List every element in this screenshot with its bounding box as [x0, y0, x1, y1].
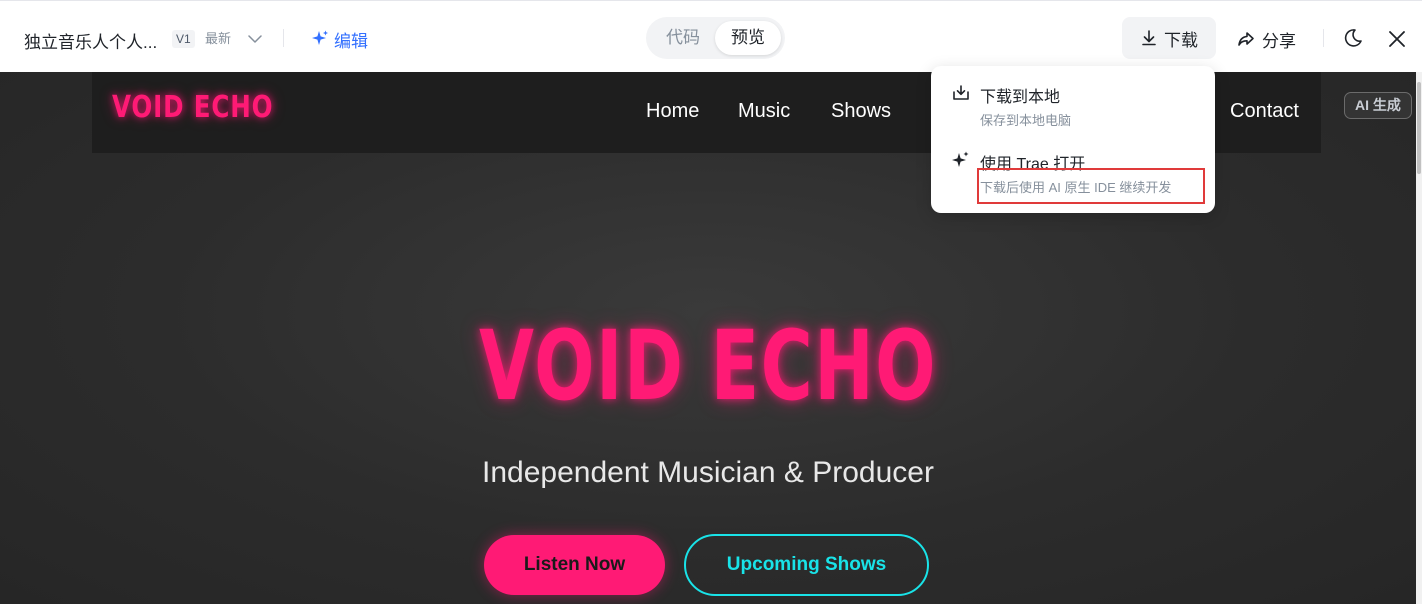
menu-item-title: 下载到本地 — [980, 89, 1061, 106]
document-title[interactable]: 独立音乐人个人... — [24, 28, 157, 53]
nav-link-shows[interactable]: Shows — [831, 100, 891, 123]
nav-link-home[interactable]: Home — [646, 100, 699, 123]
nav-link-music[interactable]: Music — [738, 100, 790, 123]
menu-item-download-local[interactable]: 下载到本地 保存到本地电脑 — [931, 80, 1215, 130]
version-status-label: 最新 — [205, 31, 232, 46]
download-icon — [1142, 30, 1156, 46]
upcoming-shows-button[interactable]: Upcoming Shows — [684, 534, 929, 596]
share-button[interactable]: 分享 — [1236, 27, 1296, 51]
download-button[interactable]: 下载 — [1122, 17, 1216, 59]
listen-now-button[interactable]: Listen Now — [484, 535, 665, 595]
toolbar-divider — [283, 29, 284, 47]
site-logo[interactable]: VOID ECHO — [112, 90, 273, 125]
sparkle-icon — [952, 151, 969, 167]
share-button-label: 分享 — [1262, 31, 1296, 51]
hero-title: VOID ECHO — [478, 310, 938, 422]
sparkle-icon — [312, 30, 328, 45]
hero-subtitle: Independent Musician & Producer — [482, 456, 934, 489]
tab-preview[interactable]: 预览 — [715, 21, 781, 55]
menu-item-title: 使用 Trae 打开 — [980, 156, 1086, 173]
nav-link-contact[interactable]: Contact — [1230, 100, 1299, 123]
scrollbar-thumb[interactable] — [1417, 82, 1421, 174]
view-mode-toggle: 代码 预览 — [646, 17, 785, 59]
edit-button-label: 编辑 — [334, 31, 368, 51]
chevron-down-icon[interactable] — [246, 30, 264, 48]
share-icon — [1238, 32, 1254, 46]
menu-item-open-with-trae[interactable]: 使用 Trae 打开 下载后使用 AI 原生 IDE 继续开发 — [931, 150, 1215, 202]
download-tray-icon — [953, 85, 969, 100]
download-menu: 下载到本地 保存到本地电脑 使用 Trae 打开 下载后使用 AI 原生 IDE… — [931, 66, 1215, 213]
moon-icon[interactable] — [1342, 27, 1364, 49]
ai-generated-badge: AI 生成 — [1344, 92, 1412, 119]
close-icon[interactable] — [1386, 28, 1408, 50]
menu-item-description: 保存到本地电脑 — [980, 113, 1072, 128]
top-toolbar: 独立音乐人个人... V1 最新 编辑 代码 预览 下载 分享 — [0, 0, 1422, 72]
download-button-label: 下载 — [1164, 30, 1198, 50]
menu-item-description: 下载后使用 AI 原生 IDE 继续开发 — [980, 180, 1172, 195]
version-badge: V1 — [172, 30, 195, 48]
toolbar-divider — [1323, 29, 1324, 47]
scrollbar[interactable] — [1416, 72, 1422, 604]
tab-code[interactable]: 代码 — [650, 21, 716, 55]
edit-button[interactable]: 编辑 — [310, 27, 368, 51]
